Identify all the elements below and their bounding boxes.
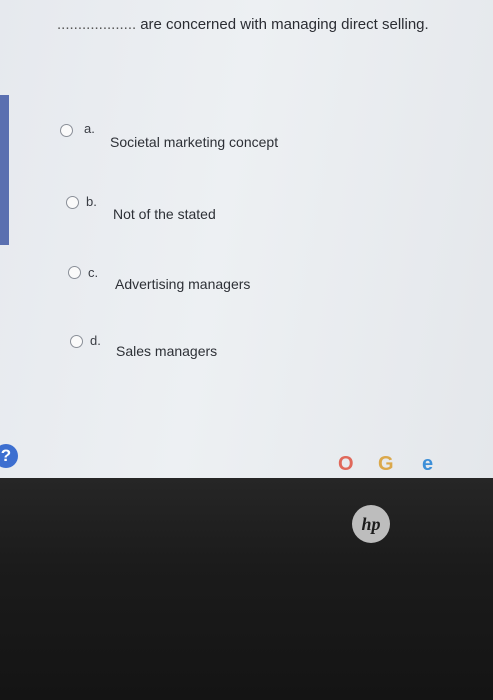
option-c-letter: c. bbox=[88, 265, 99, 280]
question-body: are concerned with managing direct selli… bbox=[140, 16, 429, 33]
option-b-radio[interactable] bbox=[66, 196, 79, 209]
option-b-letter: b. bbox=[86, 194, 97, 209]
option-c-label[interactable]: Advertising managers bbox=[115, 276, 250, 292]
taskbar-tray: O G e bbox=[330, 452, 460, 476]
question-text: ................... are concerned with ma… bbox=[57, 16, 477, 33]
option-d-radio[interactable] bbox=[70, 335, 83, 348]
option-b-label[interactable]: Not of the stated bbox=[113, 206, 216, 222]
option-a-label[interactable]: Societal marketing concept bbox=[110, 134, 278, 150]
hp-logo: hp bbox=[352, 505, 390, 543]
option-a-letter: a. bbox=[84, 121, 95, 136]
edge-icon[interactable]: e bbox=[422, 452, 433, 476]
laptop-bezel bbox=[0, 478, 493, 700]
option-d-letter: d. bbox=[90, 333, 101, 348]
opera-icon[interactable]: O bbox=[338, 452, 354, 476]
option-d-label[interactable]: Sales managers bbox=[116, 343, 217, 359]
help-icon[interactable]: ? bbox=[0, 444, 18, 468]
quiz-screen: ................... are concerned with ma… bbox=[0, 0, 493, 478]
chrome-icon[interactable]: G bbox=[378, 452, 394, 476]
option-c-radio[interactable] bbox=[68, 266, 81, 279]
left-accent-bar bbox=[0, 95, 9, 245]
question-blank: ................... bbox=[57, 16, 137, 33]
option-a-radio[interactable] bbox=[60, 124, 73, 137]
